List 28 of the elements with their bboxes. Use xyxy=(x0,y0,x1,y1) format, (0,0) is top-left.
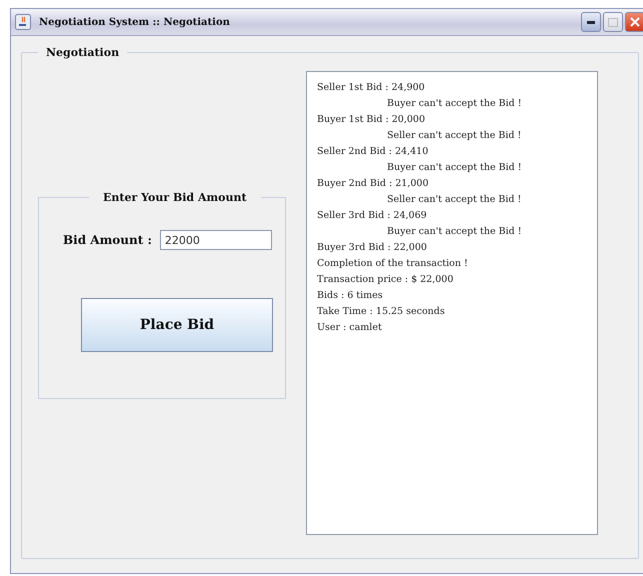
log-line: Transaction price : $ 22,000 xyxy=(317,273,454,287)
maximize-icon xyxy=(608,18,618,26)
log-line: Bids : 6 times xyxy=(317,289,384,303)
log-line: Completion of the transaction ! xyxy=(317,257,469,271)
close-button[interactable] xyxy=(625,12,643,32)
log-line: Buyer can't accept the Bid ! xyxy=(386,225,523,239)
bid-amount-field[interactable]: 22000 xyxy=(160,230,272,250)
log-line: Buyer 2nd Bid : 21,000 xyxy=(317,177,430,191)
log-line: Buyer can't accept the Bid ! xyxy=(386,161,523,175)
log-line: Seller 3rd Bid : 24,069 xyxy=(317,209,428,223)
minimize-icon xyxy=(587,20,595,24)
cup-icon xyxy=(15,14,31,30)
log-line: Take Time : 15.25 seconds xyxy=(317,305,446,319)
place-bid-button[interactable]: Place Bid xyxy=(81,298,273,352)
log-line: Seller 1st Bid : 24,900 xyxy=(317,81,426,95)
log-line: Seller 2nd Bid : 24,410 xyxy=(317,145,430,159)
group-title: Enter Your Bid Amount xyxy=(102,191,248,204)
log-line: Buyer 1st Bid : 20,000 xyxy=(317,113,426,127)
close-icon xyxy=(630,17,640,27)
window-title: Negotiation System :: Negotiation xyxy=(39,16,231,28)
bid-amount-label: Bid Amount : xyxy=(63,233,152,247)
log-line: Buyer can't accept the Bid ! xyxy=(386,97,523,111)
minimize-button[interactable] xyxy=(581,12,601,32)
log-line: Buyer 3rd Bid : 22,000 xyxy=(317,241,428,255)
panel-title: Negotiation xyxy=(45,46,120,59)
log-line: Seller can't accept the Bid ! xyxy=(386,129,522,143)
log-line: Seller can't accept the Bid ! xyxy=(386,193,522,207)
log-line: User : camlet xyxy=(317,321,383,335)
